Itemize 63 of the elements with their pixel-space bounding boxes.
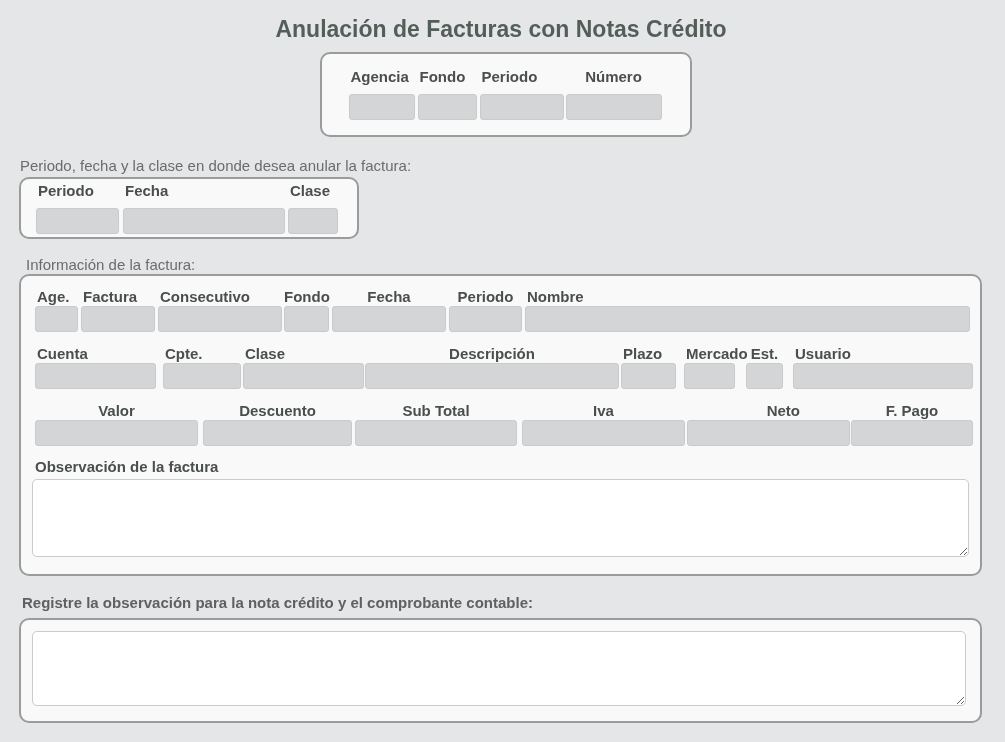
input-field[interactable] — [288, 208, 338, 234]
field-label: F. Pago — [884, 402, 940, 420]
field-label: Factura — [82, 288, 139, 306]
input-field[interactable] — [35, 363, 156, 389]
input-field[interactable] — [684, 363, 735, 389]
input-field[interactable] — [123, 208, 285, 234]
input-field[interactable] — [355, 420, 517, 446]
section-caption: Periodo, fecha y la clase en donde desea anular la factura: — [20, 157, 413, 175]
input-field[interactable] — [35, 420, 198, 446]
field-label: Mercado — [685, 345, 748, 363]
field-label: Número — [584, 68, 643, 87]
input-field[interactable] — [621, 363, 676, 389]
input-field[interactable] — [36, 208, 119, 234]
input-field[interactable] — [163, 363, 241, 389]
observation-textarea[interactable] — [32, 479, 969, 557]
input-field[interactable] — [243, 363, 364, 389]
credit-note-textarea[interactable] — [32, 631, 966, 706]
section-caption: Información de la factura: — [26, 256, 197, 274]
field-label: Periodo — [37, 182, 95, 201]
input-field[interactable] — [332, 306, 446, 332]
section-caption: Registre la observación para la nota crédito y el comprobante contable: — [22, 594, 534, 612]
field-label: Observación de la factura — [35, 458, 220, 476]
field-label: Fondo — [418, 68, 467, 87]
field-label: Fondo — [284, 288, 330, 306]
field-label: Periodo — [480, 68, 539, 87]
field-label: Iva — [592, 402, 615, 420]
field-label: Valor — [97, 402, 136, 420]
field-label: Agencia — [349, 68, 410, 87]
input-field[interactable] — [746, 363, 783, 389]
field-label: Plazo — [622, 345, 664, 363]
input-field[interactable] — [479, 94, 564, 120]
field-label: Fecha — [124, 182, 170, 201]
field-label: Descuento — [238, 402, 317, 420]
input-field[interactable] — [522, 420, 685, 446]
input-field[interactable] — [687, 420, 850, 446]
field-label: Descripción — [448, 345, 536, 363]
input-field[interactable] — [449, 306, 522, 332]
page-title: Anulación de Facturas con Notas Crédito — [275, 15, 727, 43]
field-label: Est. — [749, 345, 780, 363]
input-field[interactable] — [284, 306, 329, 332]
field-label: Cuenta — [36, 345, 89, 363]
input-field[interactable] — [35, 306, 78, 332]
input-field[interactable] — [525, 306, 970, 332]
field-label: Clase — [244, 345, 287, 363]
field-label: Usuario — [794, 345, 852, 363]
input-field[interactable] — [365, 363, 619, 389]
input-field[interactable] — [851, 420, 973, 446]
input-field[interactable] — [81, 306, 155, 332]
field-label: Neto — [765, 402, 801, 420]
field-label: Fecha — [366, 288, 412, 306]
field-label: Nombre — [526, 288, 585, 306]
input-field[interactable] — [203, 420, 352, 446]
field-label: Consecutivo — [159, 288, 251, 306]
field-label: Cpte. — [164, 345, 204, 363]
field-label: Age. — [36, 288, 71, 306]
input-field[interactable] — [417, 94, 477, 120]
field-label: Clase — [289, 182, 332, 201]
input-field[interactable] — [793, 363, 973, 389]
input-field[interactable] — [348, 94, 415, 120]
field-label: Periodo — [456, 288, 515, 306]
input-field[interactable] — [158, 306, 282, 332]
input-field[interactable] — [565, 94, 662, 120]
field-label: Sub Total — [401, 402, 471, 420]
